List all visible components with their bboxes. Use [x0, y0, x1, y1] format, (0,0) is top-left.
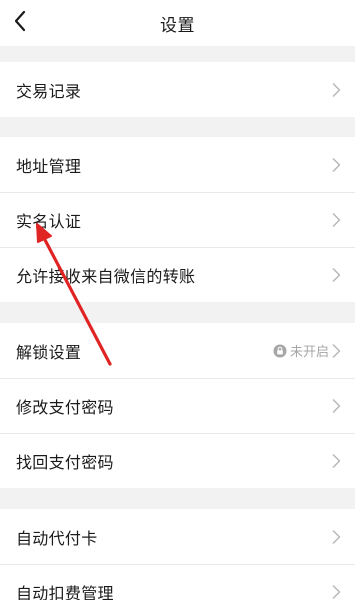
settings-item-address-management[interactable]: 地址管理 — [0, 137, 355, 192]
settings-item-label: 找回支付密码 — [16, 452, 114, 472]
chevron-right-icon — [331, 453, 341, 469]
chevron-right-icon — [331, 584, 341, 600]
settings-item-transaction-records[interactable]: 交易记录 — [0, 62, 355, 117]
settings-item-label: 解锁设置 — [16, 342, 82, 362]
group-transactions: 交易记录 — [0, 62, 355, 117]
chevron-right-icon — [331, 343, 341, 359]
page-title: 设置 — [160, 15, 195, 36]
settings-item-label: 修改支付密码 — [16, 397, 114, 417]
lock-icon — [273, 344, 287, 358]
settings-item-label: 自动代付卡 — [16, 528, 98, 548]
settings-item-unlock-settings[interactable]: 解锁设置 未开启 — [0, 323, 355, 378]
settings-item-allow-wechat-transfer[interactable]: 允许接收来自微信的转账 — [0, 247, 355, 302]
settings-item-label: 允许接收来自微信的转账 — [16, 266, 196, 286]
chevron-right-icon — [331, 157, 341, 173]
status-text: 未开启 — [289, 345, 329, 360]
chevron-right-icon — [331, 529, 341, 545]
group-account: 地址管理 实名认证 允许接收来自微信的转账 — [0, 137, 355, 302]
chevron-right-icon — [331, 267, 341, 283]
chevron-right-icon — [331, 82, 341, 98]
settings-item-recover-payment-password[interactable]: 找回支付密码 — [0, 433, 355, 488]
chevron-right-icon — [331, 212, 341, 228]
back-button[interactable] — [0, 0, 40, 46]
settings-screen: 设置 交易记录 地址管理 实名认证 允许接收来自微信的转账 解锁设置 未开启 修… — [0, 0, 355, 600]
settings-item-auto-payment-card[interactable]: 自动代付卡 — [0, 509, 355, 564]
group-security: 解锁设置 未开启 修改支付密码 找回支付密码 — [0, 323, 355, 488]
settings-item-label: 交易记录 — [16, 81, 82, 101]
chevron-right-icon — [331, 398, 341, 414]
chevron-left-icon — [13, 10, 27, 36]
settings-item-label: 实名认证 — [16, 211, 82, 231]
group-auto-payment: 自动代付卡 自动扣费管理 — [0, 509, 355, 600]
header-bar: 设置 — [0, 0, 355, 46]
settings-item-label: 地址管理 — [16, 156, 82, 176]
settings-item-real-name-verification[interactable]: 实名认证 — [0, 192, 355, 247]
settings-item-label: 自动扣费管理 — [16, 583, 114, 600]
settings-item-change-payment-password[interactable]: 修改支付密码 — [0, 378, 355, 433]
settings-item-auto-deduction-management[interactable]: 自动扣费管理 — [0, 564, 355, 600]
